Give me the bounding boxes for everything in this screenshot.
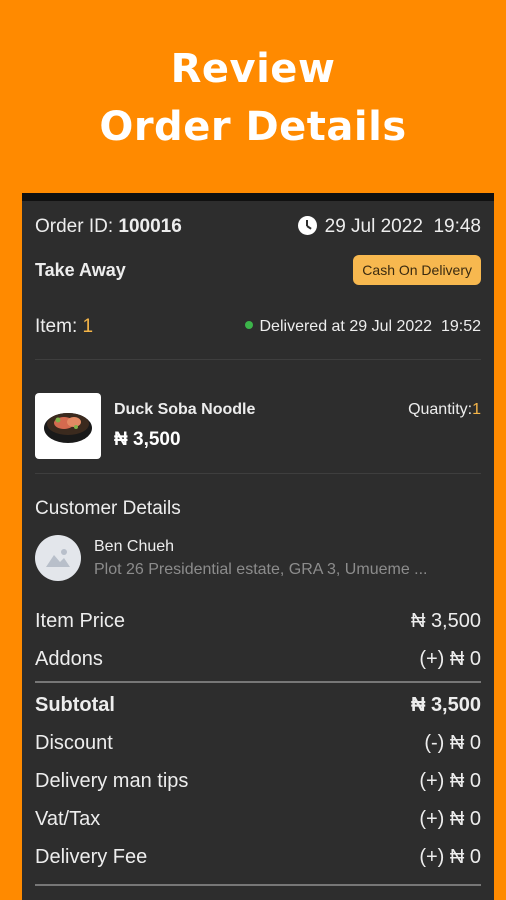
item-price-value: ₦ 3,500 bbox=[410, 609, 481, 632]
quantity-value: 1 bbox=[472, 401, 481, 418]
delivery-fee-label: Delivery Fee bbox=[35, 845, 148, 868]
item-count-value: 1 bbox=[82, 316, 94, 337]
customer-name: Ben Chueh bbox=[94, 538, 175, 555]
order-id: Order ID: 100016 bbox=[35, 216, 182, 238]
promo-title-line1: Review bbox=[170, 46, 336, 92]
status-dot-icon bbox=[244, 321, 253, 329]
summary-row-vat: Vat/Tax (+) ₦ 0 bbox=[35, 804, 481, 834]
vat-label: Vat/Tax bbox=[35, 807, 101, 830]
customer-avatar bbox=[35, 535, 81, 581]
quantity-label: Quantity: bbox=[408, 401, 473, 418]
order-id-label: Order ID: bbox=[35, 216, 114, 237]
order-id-value: 100016 bbox=[118, 216, 182, 237]
customer-section-title: Customer Details bbox=[35, 498, 181, 519]
noodle-bowl-icon bbox=[44, 413, 92, 443]
order-datetime: 29 Jul 2022 19:48 bbox=[297, 216, 481, 238]
image-placeholder-icon bbox=[46, 549, 70, 567]
summary-row-item-price: Item Price ₦ 3,500 bbox=[35, 606, 481, 636]
discount-value: (-) ₦ 0 bbox=[424, 731, 481, 754]
payment-method-badge: Cash On Delivery bbox=[353, 255, 481, 285]
order-time: 19:48 bbox=[433, 216, 481, 237]
delivery-status: Delivered at 29 Jul 2022 19:52 bbox=[244, 318, 481, 336]
divider bbox=[35, 359, 481, 360]
delivery-status-time: 19:52 bbox=[440, 318, 481, 335]
summary-row-subtotal: Subtotal ₦ 3,500 bbox=[35, 690, 481, 720]
product-image bbox=[35, 393, 101, 459]
tips-label: Delivery man tips bbox=[35, 769, 189, 792]
order-type: Take Away bbox=[35, 259, 126, 280]
product-quantity: Quantity:1 bbox=[408, 401, 481, 419]
delivery-fee-value: (+) ₦ 0 bbox=[419, 845, 481, 868]
order-details-screen: Order ID: 100016 29 Jul 2022 19:48 Take … bbox=[22, 193, 494, 900]
order-header-row: Order ID: 100016 29 Jul 2022 19:48 bbox=[35, 213, 481, 241]
promo-title-line2: Order Details bbox=[99, 104, 407, 150]
product-price: ₦ 3,500 bbox=[114, 429, 181, 450]
order-status-row: Item: 1 Delivered at 29 Jul 2022 19:52 bbox=[35, 313, 481, 341]
customer-address: Plot 26 Presidential estate, GRA 3, Umue… bbox=[94, 561, 428, 578]
total-divider bbox=[35, 884, 481, 886]
order-type-row: Take Away Cash On Delivery bbox=[35, 253, 481, 287]
summary-row-tips: Delivery man tips (+) ₦ 0 bbox=[35, 766, 481, 796]
summary-row-delivery-fee: Delivery Fee (+) ₦ 0 bbox=[35, 842, 481, 872]
item-count-label: Item: bbox=[35, 316, 78, 337]
addons-label: Addons bbox=[35, 647, 103, 670]
clock-icon bbox=[297, 216, 317, 235]
summary-row-discount: Discount (-) ₦ 0 bbox=[35, 728, 481, 758]
subtotal-label: Subtotal bbox=[35, 693, 115, 716]
addons-value: (+) ₦ 0 bbox=[419, 647, 481, 670]
promo-title: Review Order Details bbox=[0, 40, 506, 156]
product-name: Duck Soba Noodle bbox=[114, 401, 256, 418]
subtotal-value: ₦ 3,500 bbox=[410, 693, 481, 716]
subtotal-divider bbox=[35, 681, 481, 683]
order-date: 29 Jul 2022 bbox=[324, 216, 423, 237]
summary-row-addons: Addons (+) ₦ 0 bbox=[35, 644, 481, 674]
delivery-status-text: Delivered at 29 Jul 2022 bbox=[259, 318, 433, 335]
item-count: Item: 1 bbox=[35, 316, 93, 338]
divider bbox=[35, 473, 481, 474]
item-price-label: Item Price bbox=[35, 609, 126, 632]
vat-value: (+) ₦ 0 bbox=[419, 807, 481, 830]
tips-value: (+) ₦ 0 bbox=[419, 769, 481, 792]
discount-label: Discount bbox=[35, 731, 113, 754]
